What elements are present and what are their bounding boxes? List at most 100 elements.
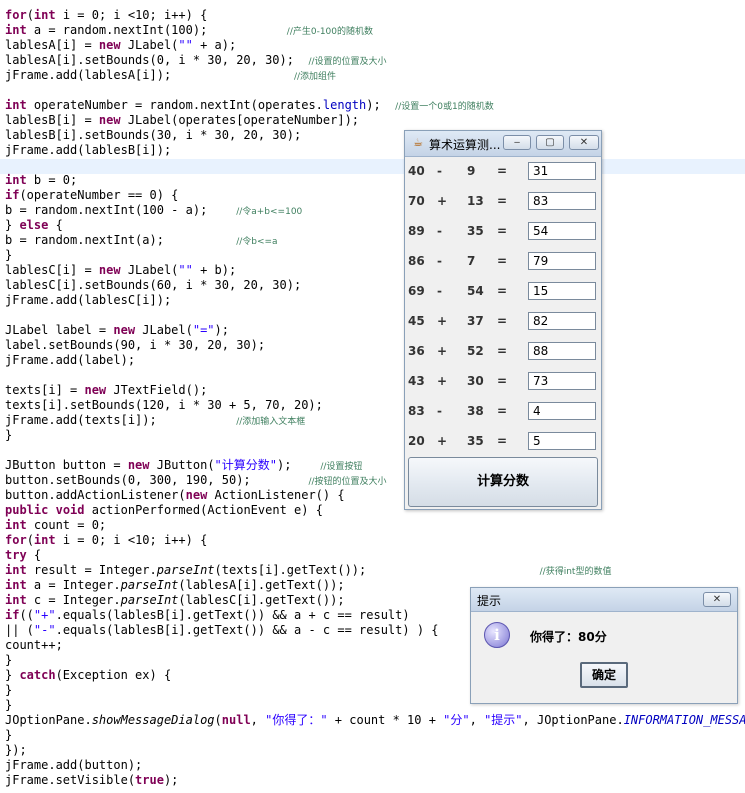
code-line: JButton button = new JButton("计算分数"); //… <box>5 458 362 473</box>
code-token: actionPerformed(ActionEvent e) { <box>84 503 323 517</box>
code-line: button.addActionListener(new ActionListe… <box>5 488 345 503</box>
equals-label: = <box>497 434 508 448</box>
code-line: texts[i] = new JTextField(); <box>5 383 207 398</box>
answer-field[interactable]: 31 <box>528 162 596 180</box>
operand-a-label: 36 <box>408 344 425 358</box>
code-comment: //令a+b<=100 <box>236 207 303 217</box>
code-keyword: new <box>113 323 136 337</box>
code-token: count = 0; <box>26 518 107 532</box>
operand-a-label: 43 <box>408 374 425 388</box>
code-token: } <box>5 218 20 232</box>
code-keyword: void <box>55 503 85 517</box>
code-line: int a = random.nextInt(100); //产生0-100的随… <box>5 23 373 38</box>
code-token: } <box>5 728 13 742</box>
code-token: showMessageDialog <box>91 713 215 727</box>
equals-label: = <box>497 404 508 418</box>
code-token: parseInt <box>156 563 215 577</box>
code-token: , <box>469 713 485 727</box>
code-comment: //按钮的位置及大小 <box>308 477 387 487</box>
operand-b-label: 37 <box>467 314 484 328</box>
answer-field[interactable]: 88 <box>528 342 596 360</box>
code-token: lablesB[i].setBounds(30, i * 30, 20, 30)… <box>5 128 302 142</box>
code-token: jFrame.add(label); <box>5 353 136 367</box>
code-token: lablesC[i] = <box>5 263 99 277</box>
code-line: JLabel label = new JLabel("="); <box>5 323 229 338</box>
code-keyword: else <box>19 218 49 232</box>
code-line: } catch(Exception ex) { <box>5 668 171 683</box>
answer-field[interactable]: 15 <box>528 282 596 300</box>
code-token: lablesC[i].setBounds(60, i * 30, 20, 30)… <box>5 278 302 292</box>
code-token: jFrame.add(texts[i]); <box>5 413 237 427</box>
minimize-button[interactable]: ‒ <box>503 135 531 150</box>
code-comment: //设置的位置及大小 <box>308 57 387 67</box>
maximize-button[interactable]: ▢ <box>536 135 564 150</box>
window-title: 算术运算测... <box>429 138 501 152</box>
code-line: public void actionPerformed(ActionEvent … <box>5 503 323 518</box>
code-line: jFrame.add(lablesC[i]); <box>5 293 171 308</box>
answer-field[interactable]: 73 <box>528 372 596 390</box>
code-line: } <box>5 428 12 443</box>
code-line: label.setBounds(90, i * 30, 20, 30); <box>5 338 265 353</box>
calculate-score-button[interactable]: 计算分数 <box>408 457 598 507</box>
equals-label: = <box>497 194 508 208</box>
code-comment: //获得int型的数值 <box>539 567 612 577</box>
answer-field[interactable]: 82 <box>528 312 596 330</box>
operator-label: + <box>437 344 448 358</box>
code-token: texts[i] = <box>5 383 85 397</box>
code-line: || ("-".equals(lablesB[i].getText()) && … <box>5 623 439 638</box>
answer-field[interactable]: 79 <box>528 252 596 270</box>
code-token: JLabel label = <box>5 323 114 337</box>
dialog-close-button[interactable]: ✕ <box>703 592 731 607</box>
code-comment: //令b<=a <box>236 237 278 247</box>
answer-field[interactable]: 5 <box>528 432 596 450</box>
code-comment: //设置按钮 <box>320 462 363 472</box>
code-token: + count * 10 + <box>327 713 444 727</box>
window-titlebar[interactable]: ☕ 算术运算测... ‒ ▢ ✕ <box>405 131 601 157</box>
ok-button[interactable]: 确定 <box>580 662 628 688</box>
code-keyword: int <box>33 8 56 22</box>
dialog-message: 你得了：80分 <box>530 630 607 644</box>
code-line: jFrame.add(label); <box>5 353 135 368</box>
operator-label: - <box>437 404 442 418</box>
answer-field[interactable]: 54 <box>528 222 596 240</box>
operand-b-label: 30 <box>467 374 484 388</box>
code-line: int c = Integer.parseInt(lablesC[i].getT… <box>5 593 345 608</box>
code-line: lablesB[i] = new JLabel(operates[operate… <box>5 113 359 128</box>
operand-b-label: 35 <box>467 434 484 448</box>
code-keyword: new <box>127 458 150 472</box>
code-token: }); <box>5 743 27 757</box>
code-keyword: int <box>5 98 27 112</box>
code-comment: //产生0-100的随机数 <box>286 27 373 37</box>
code-line: lablesB[i].setBounds(30, i * 30, 20, 30)… <box>5 128 301 143</box>
code-token: JLabel( <box>135 323 193 337</box>
code-token: JTextField(); <box>106 383 208 397</box>
code-keyword: new <box>98 38 121 52</box>
information-icon: i <box>484 622 510 648</box>
code-token: lablesA[i] = <box>5 38 99 52</box>
operand-a-label: 45 <box>408 314 425 328</box>
operand-b-label: 9 <box>467 164 476 178</box>
code-token: } <box>5 248 13 262</box>
dialog-titlebar[interactable]: 提示 ✕ <box>471 588 737 612</box>
answer-field[interactable]: 4 <box>528 402 596 420</box>
code-line: int b = 0; <box>5 173 77 188</box>
code-line: if(operateNumber == 0) { <box>5 188 178 203</box>
code-keyword: if <box>5 608 20 622</box>
code-keyword: for <box>5 533 27 547</box>
code-line: b = random.nextInt(100 - a); //令a+b<=100 <box>5 203 302 218</box>
operand-a-label: 86 <box>408 254 425 268</box>
operand-a-label: 20 <box>408 434 425 448</box>
code-token: } <box>5 698 13 712</box>
close-button[interactable]: ✕ <box>569 135 599 150</box>
code-token: b = 0; <box>26 173 78 187</box>
code-token: + b); <box>192 263 237 277</box>
code-token: "提示" <box>484 713 523 727</box>
equals-label: = <box>497 224 508 238</box>
code-line: jFrame.add(button); <box>5 758 142 773</box>
arithmetic-test-window: ☕ 算术运算测... ‒ ▢ ✕ 40-9 = 31 70 +13 = 83 89-35 = 54… <box>404 130 602 510</box>
answer-field[interactable]: 83 <box>528 192 596 210</box>
code-line: } <box>5 248 12 263</box>
code-token: "计算分数" <box>214 458 277 472</box>
code-token: a = Integer. <box>26 578 121 592</box>
